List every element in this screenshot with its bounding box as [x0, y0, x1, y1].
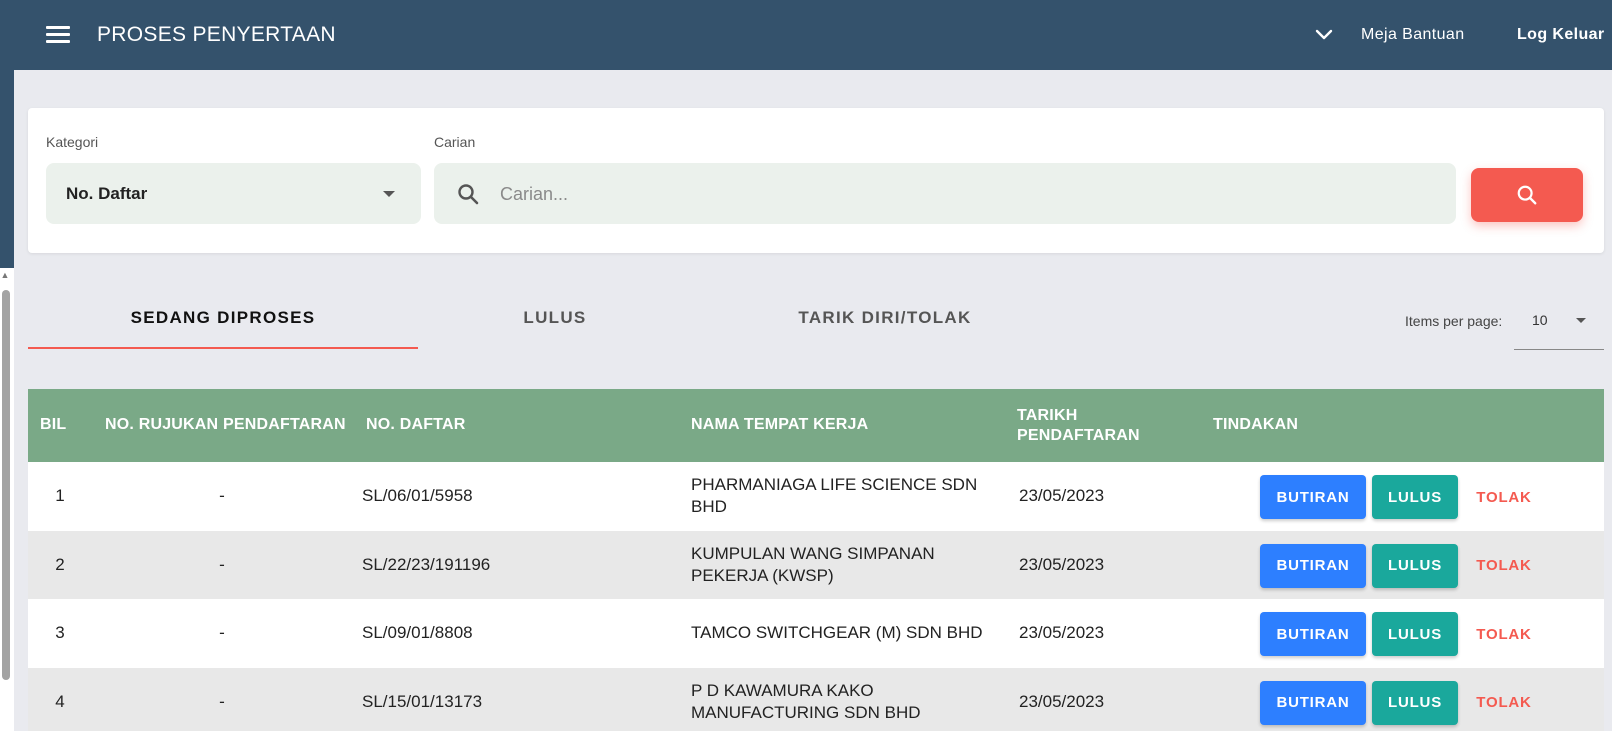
- items-per-page-select[interactable]: 10: [1514, 300, 1604, 350]
- scroll-up-arrow-icon[interactable]: ▲: [0, 270, 10, 280]
- search-icon: [458, 184, 479, 205]
- category-label: Kategori: [46, 134, 99, 150]
- cell-no-daftar: SL/06/01/5958: [362, 486, 473, 505]
- butiran-button[interactable]: BUTIRAN: [1260, 475, 1366, 519]
- cell-tarikh: 23/05/2023: [1019, 554, 1105, 574]
- items-per-page-label: Items per page:: [1405, 313, 1503, 329]
- butiran-button[interactable]: BUTIRAN: [1260, 543, 1366, 588]
- dropdown-arrow-icon: [383, 191, 395, 197]
- help-desk-link[interactable]: Meja Bantuan: [1361, 26, 1465, 44]
- tolak-button[interactable]: TOLAK: [1468, 544, 1540, 588]
- table-row: 3 - SL/09/01/8808 TAMCO SWITCHGEAR (M) S…: [28, 599, 1604, 668]
- cell-bil: 3: [55, 623, 65, 642]
- col-header-tarikh: TARIKH PENDAFTARAN: [1017, 407, 1140, 444]
- cell-tarikh: 23/05/2023: [1019, 486, 1105, 505]
- left-strip: ▲: [0, 0, 14, 731]
- col-header-rujukan: NO. RUJUKAN PENDAFTARAN: [105, 416, 346, 433]
- col-header-tindakan: TINDAKAN: [1213, 416, 1299, 433]
- cell-nama: P D KAWAMURA KAKO MANUFACTURING SDN BHD: [691, 680, 921, 722]
- tolak-button[interactable]: TOLAK: [1468, 475, 1540, 519]
- search-icon: [1517, 185, 1537, 205]
- search-card: Kategori No. Daftar Carian: [28, 108, 1604, 253]
- lulus-button[interactable]: LULUS: [1372, 543, 1458, 588]
- cell-bil: 4: [55, 691, 65, 711]
- cell-tarikh: 23/05/2023: [1019, 691, 1105, 711]
- scrollbar-thumb[interactable]: [2, 290, 10, 680]
- page-title: PROSES PENYERTAAN: [97, 23, 336, 46]
- dropdown-arrow-icon: [1576, 318, 1586, 323]
- cell-rujukan: -: [219, 486, 225, 505]
- cell-no-daftar: SL/15/01/13173: [362, 691, 483, 711]
- cell-tarikh: 23/05/2023: [1019, 623, 1105, 642]
- cell-bil: 1: [55, 486, 65, 505]
- cell-no-daftar: SL/22/23/191196: [362, 554, 491, 574]
- table-row: 4 - SL/15/01/13173 P D KAWAMURA KAKO MAN…: [28, 667, 1604, 731]
- table-row: 1 - SL/06/01/5958 PHARMANIAGA LIFE SCIEN…: [28, 462, 1604, 531]
- col-header-bil: BIL: [40, 416, 67, 433]
- tab-tarik-diri-tolak[interactable]: TARIK DIRI/TOLAK: [740, 308, 1030, 328]
- cell-nama: KUMPULAN WANG SIMPANAN PEKERJA (KWSP): [691, 543, 935, 585]
- cell-bil: 2: [55, 554, 65, 574]
- search-input[interactable]: [500, 173, 1430, 215]
- tolak-button[interactable]: TOLAK: [1468, 681, 1540, 725]
- chevron-down-icon[interactable]: [1312, 22, 1336, 46]
- cell-rujukan: -: [219, 623, 225, 642]
- search-button[interactable]: [1471, 168, 1583, 222]
- logout-link[interactable]: Log Keluar: [1517, 26, 1605, 44]
- cell-nama: TAMCO SWITCHGEAR (M) SDN BHD: [691, 623, 983, 642]
- tab-sedang-diproses[interactable]: SEDANG DIPROSES: [28, 308, 418, 328]
- cell-no-daftar: SL/09/01/8808: [362, 623, 473, 642]
- lulus-button[interactable]: LULUS: [1372, 475, 1458, 519]
- col-header-nama: NAMA TEMPAT KERJA: [691, 416, 869, 433]
- lulus-button[interactable]: LULUS: [1372, 680, 1458, 725]
- hamburger-menu-icon[interactable]: [46, 26, 70, 44]
- cell-rujukan: -: [219, 554, 225, 574]
- tolak-button[interactable]: TOLAK: [1468, 612, 1540, 656]
- registration-table: BIL NO. RUJUKAN PENDAFTARAN NO. DAFTAR N…: [28, 389, 1604, 731]
- col-header-no-daftar: NO. DAFTAR: [366, 416, 466, 433]
- cell-rujukan: -: [219, 691, 225, 711]
- category-select-value: No. Daftar: [66, 184, 148, 203]
- cell-nama: PHARMANIAGA LIFE SCIENCE SDN BHD: [691, 475, 978, 516]
- lulus-button[interactable]: LULUS: [1372, 612, 1458, 656]
- tab-lulus[interactable]: LULUS: [420, 308, 690, 328]
- butiran-button[interactable]: BUTIRAN: [1260, 680, 1366, 725]
- active-tab-indicator: [28, 347, 418, 349]
- search-label: Carian: [434, 134, 476, 150]
- category-select[interactable]: No. Daftar: [46, 163, 421, 224]
- butiran-button[interactable]: BUTIRAN: [1260, 612, 1366, 656]
- table-header: BIL NO. RUJUKAN PENDAFTARAN NO. DAFTAR N…: [28, 389, 1604, 462]
- search-field[interactable]: [434, 163, 1456, 224]
- table-row: 2 - SL/22/23/191196 KUMPULAN WANG SIMPAN…: [28, 530, 1604, 599]
- top-bar: PROSES PENYERTAAN Meja Bantuan Log Kelua…: [0, 0, 1612, 70]
- items-per-page-value: 10: [1532, 312, 1548, 328]
